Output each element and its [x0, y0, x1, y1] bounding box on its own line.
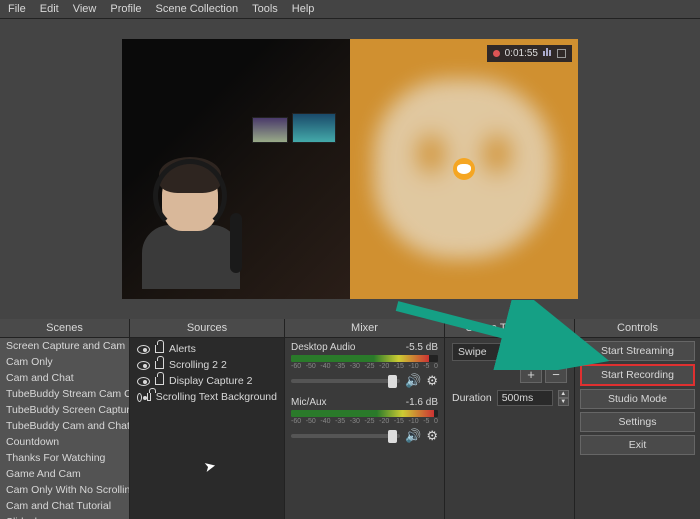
lock-icon[interactable]: [155, 361, 164, 369]
duration-spinner[interactable]: ▲▼: [558, 390, 569, 406]
scene-item[interactable]: Countdown: [0, 434, 129, 450]
audio-meter: [291, 410, 438, 417]
menu-view[interactable]: View: [73, 3, 97, 15]
duration-label: Duration: [452, 392, 492, 404]
settings-button[interactable]: Settings: [580, 412, 695, 432]
visibility-icon[interactable]: [137, 377, 150, 386]
mixer-db: -1.6 dB: [406, 397, 438, 408]
mixer-header: Mixer: [285, 319, 444, 338]
scenes-list[interactable]: Screen Capture and Cam Cam Only Cam and …: [0, 338, 129, 519]
visibility-icon[interactable]: [137, 393, 142, 402]
transition-select[interactable]: Swipe: [452, 343, 567, 361]
gear-icon[interactable]: ⚙: [426, 428, 438, 444]
menu-edit[interactable]: Edit: [40, 3, 59, 15]
visibility-icon[interactable]: [137, 345, 150, 354]
preview-area: 0:01:55: [0, 19, 700, 319]
mixer-channel-desktop: Desktop Audio -5.5 dB -60-50-40-35-30-25…: [291, 342, 438, 389]
lock-icon[interactable]: [155, 345, 164, 353]
mixer-db: -5.5 dB: [406, 342, 438, 353]
scene-item[interactable]: TubeBuddy Cam and Chat: [0, 418, 129, 434]
scene-item[interactable]: TubeBuddy Stream Cam Only: [0, 386, 129, 402]
meter-ticks: -60-50-40-35-30-25-20-15-10-50: [291, 418, 438, 425]
scene-item[interactable]: Screen Capture and Cam: [0, 338, 129, 354]
sources-panel: Sources Alerts Scrolling 2 2 Display Cap…: [130, 319, 285, 519]
duration-input[interactable]: [497, 390, 553, 406]
menu-file[interactable]: File: [8, 3, 26, 15]
lock-icon[interactable]: [155, 377, 164, 385]
menu-scene-collection[interactable]: Scene Collection: [156, 3, 239, 15]
display-capture-source: 0:01:55: [350, 39, 578, 299]
start-recording-button[interactable]: Start Recording: [580, 364, 695, 386]
source-item[interactable]: Scrolling 2 2: [130, 357, 284, 373]
scene-item[interactable]: Thanks For Watching: [0, 450, 129, 466]
source-label: Alerts: [169, 343, 196, 355]
preview-canvas[interactable]: 0:01:55: [122, 39, 578, 299]
mixer-name: Mic/Aux: [291, 397, 327, 408]
recording-timer: 0:01:55: [505, 48, 538, 59]
discord-icon: [453, 158, 475, 180]
add-transition-button[interactable]: +: [520, 366, 542, 383]
scene-item[interactable]: Cam and Chat Tutorial: [0, 498, 129, 514]
sources-list[interactable]: Alerts Scrolling 2 2 Display Capture 2 S…: [130, 338, 284, 519]
lock-icon[interactable]: [147, 393, 151, 401]
menu-tools[interactable]: Tools: [252, 3, 278, 15]
audio-meter: [291, 355, 438, 362]
volume-slider[interactable]: [291, 434, 400, 438]
mixer-name: Desktop Audio: [291, 342, 356, 353]
transitions-panel: Scene Transitions Swipe + − Duration ▲▼: [445, 319, 575, 519]
meter-ticks: -60-50-40-35-30-25-20-15-10-50: [291, 363, 438, 370]
menu-profile[interactable]: Profile: [110, 3, 141, 15]
webcam-source: [122, 39, 350, 299]
source-label: Scrolling 2 2: [169, 359, 227, 371]
scene-item[interactable]: TubeBuddy Screen Capture and: [0, 402, 129, 418]
controls-panel: Controls Start Streaming Start Recording…: [575, 319, 700, 519]
scene-item[interactable]: Game And Cam: [0, 466, 129, 482]
source-label: Display Capture 2: [169, 375, 252, 387]
scene-item[interactable]: Cam Only: [0, 354, 129, 370]
gear-icon[interactable]: ⚙: [426, 373, 438, 389]
mixer-channel-mic: Mic/Aux -1.6 dB -60-50-40-35-30-25-20-15…: [291, 397, 438, 444]
source-item[interactable]: Scrolling Text Background: [130, 389, 284, 405]
mixer-panel: Mixer Desktop Audio -5.5 dB -60-50-40-35…: [285, 319, 445, 519]
scenes-panel: Scenes Screen Capture and Cam Cam Only C…: [0, 319, 130, 519]
scene-item[interactable]: Cam Only With No Scrolling: [0, 482, 129, 498]
scene-item[interactable]: Cam and Chat: [0, 370, 129, 386]
transitions-header: Scene Transitions: [445, 319, 574, 338]
sources-header: Sources: [130, 319, 284, 338]
menu-bar: File Edit View Profile Scene Collection …: [0, 0, 700, 19]
speaker-icon[interactable]: 🔊: [405, 373, 421, 389]
source-item[interactable]: Display Capture 2: [130, 373, 284, 389]
exit-button[interactable]: Exit: [580, 435, 695, 455]
volume-slider[interactable]: [291, 379, 400, 383]
visibility-icon[interactable]: [137, 361, 150, 370]
record-dot-icon: [493, 50, 500, 57]
cursor-icon: ➤: [202, 457, 217, 476]
start-streaming-button[interactable]: Start Streaming: [580, 341, 695, 361]
menu-help[interactable]: Help: [292, 3, 315, 15]
source-label: Scrolling Text Background: [156, 391, 277, 403]
controls-header: Controls: [575, 319, 700, 338]
recording-status-overlay: 0:01:55: [487, 45, 572, 62]
speaker-icon[interactable]: 🔊: [405, 428, 421, 444]
remove-transition-button[interactable]: −: [545, 366, 567, 383]
source-item[interactable]: Alerts: [130, 341, 284, 357]
studio-mode-button[interactable]: Studio Mode: [580, 389, 695, 409]
scenes-header: Scenes: [0, 319, 129, 338]
